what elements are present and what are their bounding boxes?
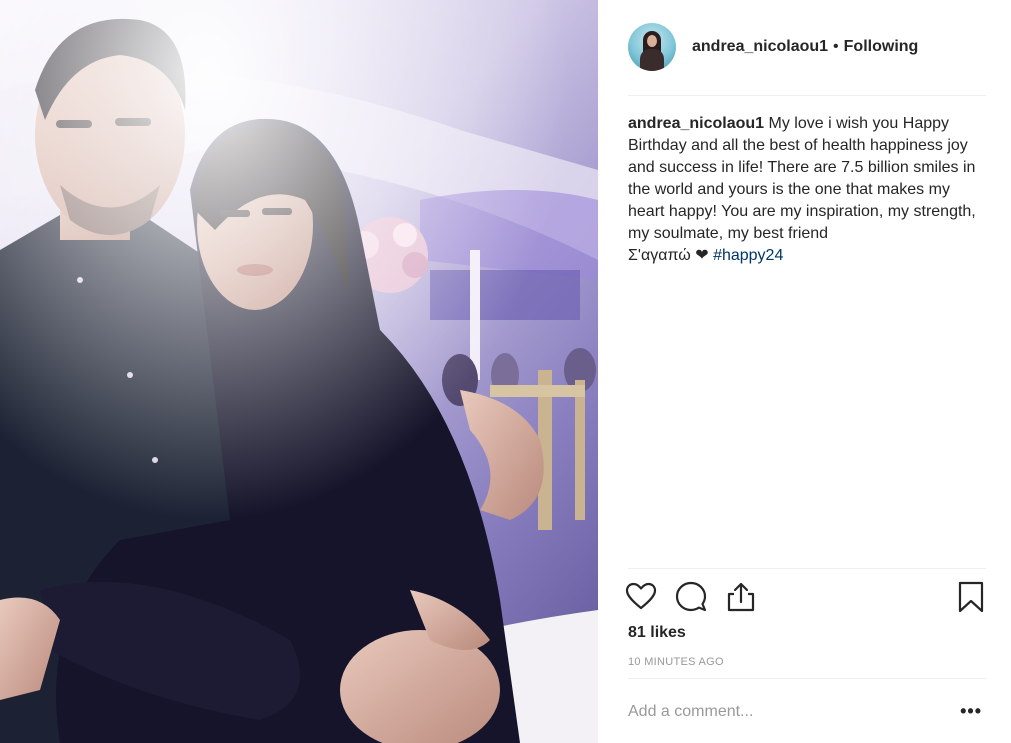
post-side-panel: andrea_nicolaou1 • Following andrea_nicola… [598, 0, 1011, 743]
like-button[interactable] [624, 580, 658, 614]
actions-divider [628, 568, 986, 569]
comment-input[interactable] [628, 698, 948, 726]
comment-button[interactable] [674, 580, 708, 614]
instagram-post: andrea_nicolaou1 • Following andrea_nicola… [0, 0, 1011, 743]
more-options-icon[interactable]: ••• [960, 702, 982, 720]
caption-text: My love i wish you Happy Birthday and al… [628, 115, 976, 242]
header-separator: • [833, 38, 839, 55]
heart-outline-icon [625, 582, 657, 610]
avatar-body [640, 49, 664, 71]
share-upload-icon [727, 582, 755, 612]
post-header: andrea_nicolaou1 • Following [628, 18, 986, 76]
post-timestamp[interactable]: 10 MINUTES AGO [628, 656, 724, 668]
post-photo[interactable] [0, 0, 598, 743]
comment-bubble-icon [675, 581, 707, 612]
bookmark-icon [958, 581, 984, 613]
comment-divider [628, 678, 986, 679]
header-username-link[interactable]: andrea_nicolaou1 [692, 38, 828, 55]
avatar-face [647, 35, 657, 47]
hashtag-link[interactable]: #happy24 [713, 247, 783, 264]
share-button[interactable] [724, 580, 758, 614]
black-heart-emoji: ❤ [695, 247, 709, 264]
header-divider [628, 95, 986, 96]
save-button[interactable] [954, 580, 988, 614]
following-button[interactable]: Following [844, 38, 919, 55]
couple-selfie-image [0, 0, 598, 743]
header-text: andrea_nicolaou1 • Following [692, 37, 918, 57]
post-actions [625, 580, 988, 616]
caption-username-link[interactable]: andrea_nicolaou1 [628, 115, 764, 132]
caption-greek-text: Σ'αγαπώ [628, 247, 691, 264]
post-caption: andrea_nicolaou1 My love i wish you Happ… [628, 113, 980, 267]
profile-avatar[interactable] [628, 23, 676, 71]
comment-box: ••• [628, 690, 986, 738]
likes-count[interactable]: 81 likes [628, 624, 686, 642]
